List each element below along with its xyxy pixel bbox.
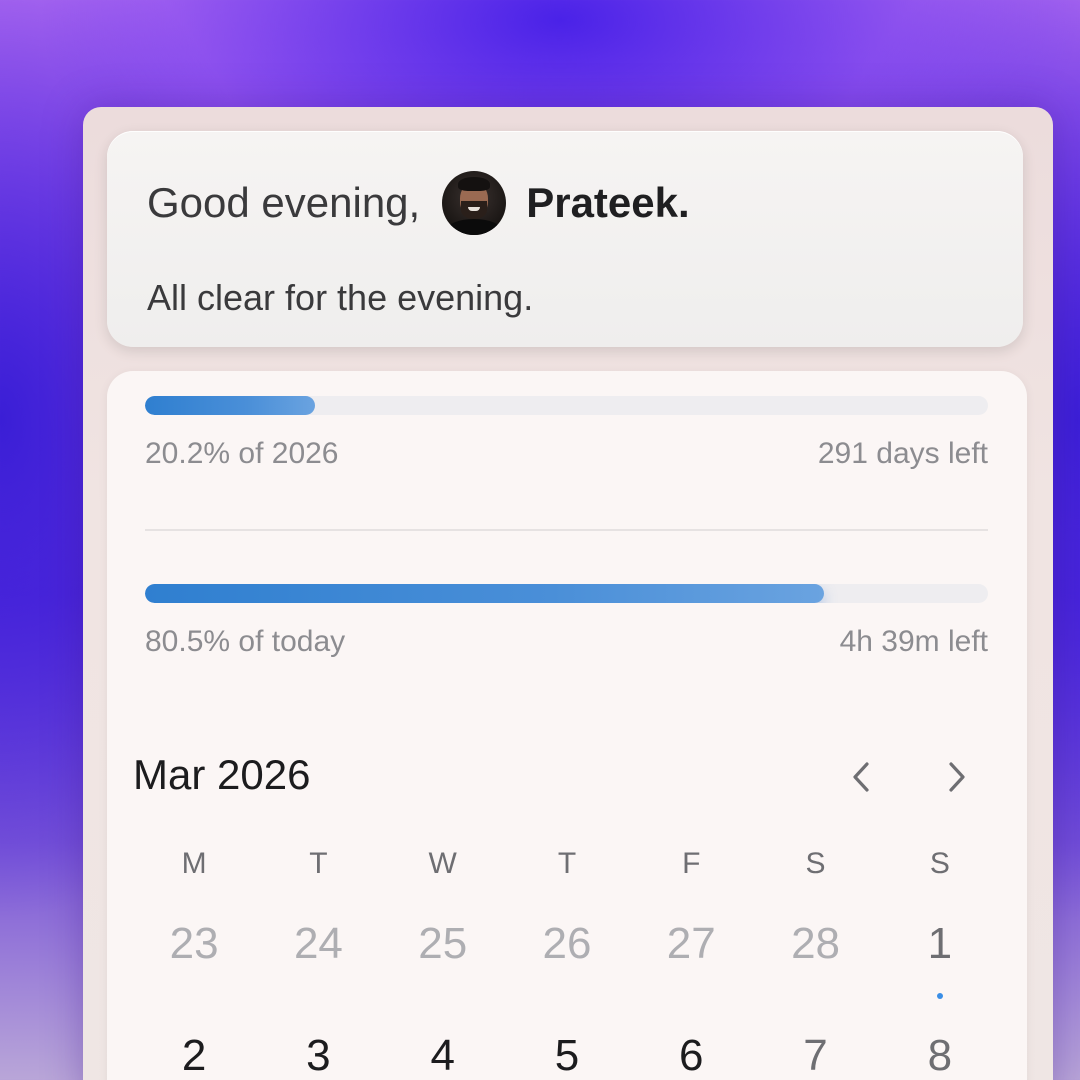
calendar-day-number: 2 — [181, 1031, 207, 1080]
avatar[interactable] — [442, 171, 507, 235]
calendar-day-number: 1 — [927, 919, 953, 968]
widget-panel: Good evening, Prateek. All clear for the… — [83, 107, 1053, 1080]
calendar-day-number: 6 — [679, 1031, 704, 1080]
calendar-day[interactable]: 23 — [132, 919, 256, 969]
day-progress-bar — [145, 584, 988, 603]
calendar-day-number: 25 — [418, 919, 468, 968]
calendar-day-number: 28 — [791, 919, 841, 968]
calendar-day[interactable]: 2 — [132, 1031, 256, 1080]
divider — [145, 529, 988, 531]
calendar-day[interactable]: 8 — [878, 1031, 1002, 1080]
calendar-day[interactable]: 5 — [505, 1031, 629, 1080]
calendar-day-number: 23 — [169, 919, 219, 968]
calendar-day[interactable]: 27 — [629, 919, 753, 969]
weekday-label: M — [181, 847, 207, 880]
calendar-day-number: 26 — [542, 919, 592, 968]
day-progress-label: 80.5% of today — [145, 625, 346, 658]
weekday-header: MTWTFSS — [132, 847, 1002, 881]
greeting-prefix: Good evening, — [147, 179, 421, 226]
calendar-day[interactable]: 28 — [753, 919, 877, 969]
event-dot — [936, 993, 943, 999]
weekday-label: T — [557, 847, 577, 880]
calendar-day[interactable]: 4 — [381, 1031, 505, 1080]
greeting-line: Good evening, Prateek. — [147, 171, 690, 235]
progress-calendar-card: 20.2% of 2026 291 days left 80.5% of tod… — [107, 371, 1027, 1080]
calendar-day[interactable]: 7 — [753, 1031, 877, 1080]
weekday-label: S — [929, 847, 950, 880]
greeting-card: Good evening, Prateek. All clear for the… — [107, 131, 1023, 347]
calendar-prev-button[interactable] — [841, 757, 881, 797]
day-progress-fill — [145, 584, 824, 603]
weekday-label: W — [428, 847, 457, 880]
weekday-label: S — [805, 847, 826, 880]
chevron-right-icon — [949, 762, 965, 792]
weekday-label: T — [309, 847, 328, 880]
year-progress-bar — [145, 396, 988, 415]
calendar-week: 2 3 4 5 6 7 8 — [132, 1031, 1002, 1080]
calendar-day-number: 5 — [554, 1031, 580, 1080]
weekday-label: F — [682, 847, 701, 880]
calendar-day-number: 7 — [803, 1031, 828, 1080]
calendar-day-number: 4 — [430, 1031, 455, 1080]
calendar-day[interactable]: 3 — [256, 1031, 380, 1080]
year-days-left: 291 days left — [817, 437, 988, 470]
chevron-left-icon — [853, 762, 869, 792]
calendar-day[interactable]: 6 — [629, 1031, 753, 1080]
calendar-month-title: Mar 2026 — [133, 751, 311, 798]
calendar-day[interactable]: 1 — [878, 919, 1002, 999]
calendar-week: 23 24 25 26 27 28 1 — [132, 919, 1002, 999]
year-progress-fill — [145, 396, 316, 415]
calendar-day[interactable]: 25 — [381, 919, 505, 969]
calendar-next-button[interactable] — [937, 757, 977, 797]
calendar-day-number: 3 — [306, 1031, 331, 1080]
calendar-day-number: 27 — [666, 919, 716, 968]
calendar-day[interactable]: 26 — [505, 919, 629, 969]
day-time-left: 4h 39m left — [839, 625, 988, 658]
calendar-day-number: 8 — [927, 1031, 953, 1080]
greeting-subtitle: All clear for the evening. — [147, 277, 534, 318]
calendar-day[interactable]: 24 — [256, 919, 380, 969]
user-name: Prateek. — [526, 179, 690, 226]
year-progress-label: 20.2% of 2026 — [145, 437, 339, 470]
calendar-day-number: 24 — [293, 919, 343, 968]
